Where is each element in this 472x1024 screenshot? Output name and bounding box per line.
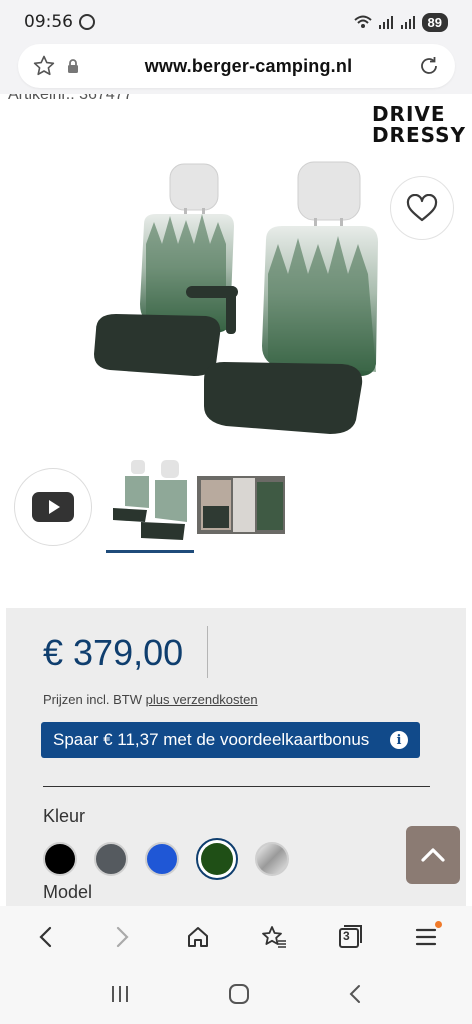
chevron-right-icon <box>116 926 129 948</box>
address-bar[interactable]: www.berger-camping.nl <box>18 44 455 88</box>
shipping-costs-link[interactable]: plus verzendkosten <box>146 692 258 707</box>
price-divider <box>207 626 208 678</box>
status-time: 09:56 <box>24 12 73 32</box>
swatch-grey[interactable] <box>94 842 128 876</box>
status-bar: 09:56 89 <box>0 0 472 44</box>
vat-text: Prijzen incl. BTW <box>43 692 142 707</box>
price: € 379,00 <box>43 632 184 673</box>
browser-bottom-bar: 3 <box>0 906 472 968</box>
article-number: Artikelnr.: 367477 <box>8 94 133 103</box>
notification-dot <box>435 921 442 928</box>
home-button[interactable] <box>178 917 218 957</box>
brand-line-2: DRESSY <box>371 123 466 147</box>
favorite-button[interactable] <box>390 176 454 240</box>
menu-button[interactable] <box>406 917 446 957</box>
wifi-icon <box>353 15 372 28</box>
whatsapp-icon <box>79 14 95 30</box>
chevron-up-icon <box>421 848 445 862</box>
video-button[interactable] <box>14 468 92 546</box>
heart-icon <box>406 194 438 222</box>
brand-line-1: DRIVE <box>371 102 446 126</box>
bonus-banner[interactable]: Spaar € 11,37 met de voordeelkaartbonus … <box>41 722 420 758</box>
brand-logo: DRIVE DRESSY <box>372 104 466 146</box>
model-label: Model <box>43 882 93 902</box>
browser-toolbar: www.berger-camping.nl <box>0 44 472 94</box>
tabs-icon <box>339 925 362 948</box>
thumbnail-van-interior[interactable] <box>197 476 285 534</box>
bookmarks-button[interactable] <box>254 917 294 957</box>
lock-icon <box>68 59 78 73</box>
vat-note: Prijzen incl. BTW plus verzendkosten <box>43 692 258 707</box>
back-button[interactable] <box>26 917 66 957</box>
system-navigation-bar <box>0 968 472 1024</box>
recent-apps-button[interactable] <box>109 984 131 1009</box>
price-panel: € 379,00 Prijzen incl. BTW plus verzendk… <box>6 608 466 906</box>
url-text[interactable]: www.berger-camping.nl <box>80 56 417 77</box>
bookmark-star-icon <box>262 926 286 948</box>
back-arrow-icon <box>349 984 361 1003</box>
back-system-button[interactable] <box>347 983 363 1010</box>
signal-icon-2 <box>400 16 415 29</box>
swatch-black[interactable] <box>43 842 77 876</box>
reload-icon[interactable] <box>417 54 441 78</box>
home-circle-icon <box>228 983 249 1004</box>
battery-indicator: 89 <box>421 12 448 32</box>
seat-covers-illustration <box>94 161 378 434</box>
swatch-silver[interactable] <box>255 842 289 876</box>
hamburger-icon <box>415 928 437 946</box>
product-page: Artikelnr.: 367477 DRIVE DRESSY € 379,00… <box>0 94 472 906</box>
divider <box>43 786 430 787</box>
swatch-blue[interactable] <box>145 842 179 876</box>
tab-count: 3 <box>343 929 350 943</box>
status-icons: 89 <box>353 12 448 32</box>
youtube-icon <box>32 492 74 522</box>
star-icon[interactable] <box>32 54 56 78</box>
active-thumbnail-indicator <box>106 550 194 553</box>
bonus-text: Spaar € 11,37 met de voordeelkaartbonus <box>53 730 370 749</box>
color-label: Kleur <box>43 806 86 826</box>
scroll-to-top-button[interactable] <box>406 826 460 884</box>
home-system-button[interactable] <box>228 983 250 1010</box>
recents-icon <box>111 985 128 1002</box>
tabs-button[interactable]: 3 <box>330 917 370 957</box>
home-icon <box>188 927 208 947</box>
chevron-left-icon <box>39 926 52 948</box>
info-icon[interactable]: i <box>390 731 408 749</box>
product-image[interactable] <box>86 154 386 454</box>
swatch-green[interactable] <box>196 838 238 880</box>
color-swatches <box>43 838 289 880</box>
forward-button[interactable] <box>102 917 142 957</box>
signal-icon <box>378 16 393 29</box>
thumbnail-seat-covers[interactable] <box>107 460 193 540</box>
